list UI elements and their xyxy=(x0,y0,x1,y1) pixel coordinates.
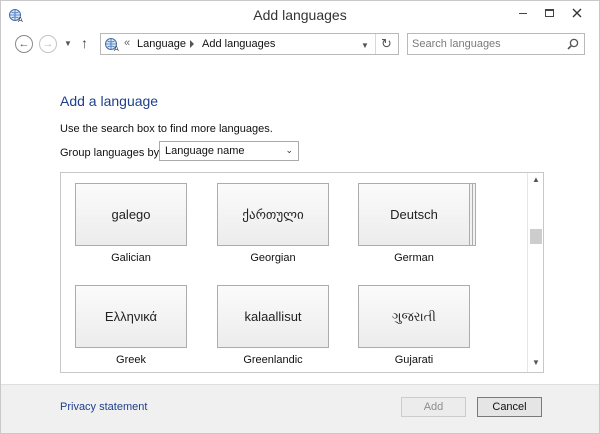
tile-stack-edge xyxy=(473,183,476,246)
language-name: German xyxy=(394,252,434,264)
page-title: Add a language xyxy=(60,93,159,109)
up-arrow-icon: ↑ xyxy=(81,35,88,51)
language-name: Greek xyxy=(116,354,146,366)
chevron-down-icon: ⌄ xyxy=(285,145,293,155)
language-icon: A xyxy=(105,38,119,52)
maximize-button[interactable] xyxy=(536,3,562,23)
search-box[interactable] xyxy=(407,33,585,55)
address-bar[interactable]: A « Language Add languages ▼ ↻ xyxy=(100,33,399,55)
address-divider xyxy=(375,34,376,54)
title-bar: A Add languages xyxy=(1,1,599,29)
language-native-name[interactable]: ქართული xyxy=(217,183,329,246)
add-languages-window: A Add languages ← → ▼ ↑ A « Language Add… xyxy=(0,0,600,434)
search-icon[interactable] xyxy=(567,38,579,50)
language-native-name[interactable]: galego xyxy=(75,183,187,246)
group-by-value: Language name xyxy=(165,145,245,157)
add-button[interactable]: Add xyxy=(401,397,466,417)
back-arrow-icon: ← xyxy=(18,38,30,50)
language-native-name[interactable]: Deutsch xyxy=(358,183,470,246)
minimize-icon xyxy=(519,13,527,15)
svg-text:A: A xyxy=(114,45,119,52)
breadcrumb-overflow[interactable]: « xyxy=(124,37,130,49)
language-name: Greenlandic xyxy=(243,354,303,366)
language-name: Gujarati xyxy=(394,354,434,366)
search-input[interactable] xyxy=(412,37,562,51)
maximize-icon xyxy=(544,8,554,17)
language-name: Galician xyxy=(111,252,151,264)
dialog-footer: Privacy statement Add Cancel xyxy=(1,384,599,433)
address-dropdown-icon[interactable]: ▼ xyxy=(361,41,369,50)
language-native-name[interactable]: kalaallisut xyxy=(217,285,329,348)
navigation-bar: ← → ▼ ↑ A « Language Add languages ▼ ↻ xyxy=(1,29,599,59)
privacy-statement-link[interactable]: Privacy statement xyxy=(60,401,147,413)
recent-locations-button[interactable]: ▼ xyxy=(64,39,72,48)
back-button[interactable]: ← xyxy=(15,35,33,53)
cancel-button[interactable]: Cancel xyxy=(477,397,542,417)
group-by-select[interactable]: Language name ⌄ xyxy=(159,141,299,161)
language-native-name[interactable]: Ελληνικά xyxy=(75,285,187,348)
language-list: galego Galician ქართული Georgian Deutsch… xyxy=(60,172,544,373)
instruction-text: Use the search box to find more language… xyxy=(60,123,273,135)
scroll-up-icon[interactable]: ▲ xyxy=(528,175,543,187)
breadcrumb-language[interactable]: Language xyxy=(137,38,186,50)
breadcrumb-chevron-icon[interactable] xyxy=(190,40,194,48)
close-icon xyxy=(572,8,582,18)
group-by-label: Group languages by: xyxy=(60,147,163,159)
tile-stack-edge xyxy=(470,183,473,246)
refresh-icon[interactable]: ↻ xyxy=(381,36,392,52)
chevron-down-icon: ▼ xyxy=(64,39,72,48)
forward-button[interactable]: → xyxy=(39,35,57,53)
scroll-down-icon[interactable]: ▼ xyxy=(528,358,543,370)
close-button[interactable] xyxy=(562,3,592,23)
forward-arrow-icon: → xyxy=(42,38,54,50)
up-button[interactable]: ↑ xyxy=(81,35,88,51)
breadcrumb-add-languages[interactable]: Add languages xyxy=(202,38,275,50)
vertical-scrollbar[interactable]: ▲ ▼ xyxy=(527,173,543,372)
language-native-name[interactable]: ગુજરાતી xyxy=(358,285,470,348)
minimize-button[interactable] xyxy=(510,3,536,23)
language-name: Georgian xyxy=(250,252,296,264)
scroll-thumb[interactable] xyxy=(530,229,542,244)
